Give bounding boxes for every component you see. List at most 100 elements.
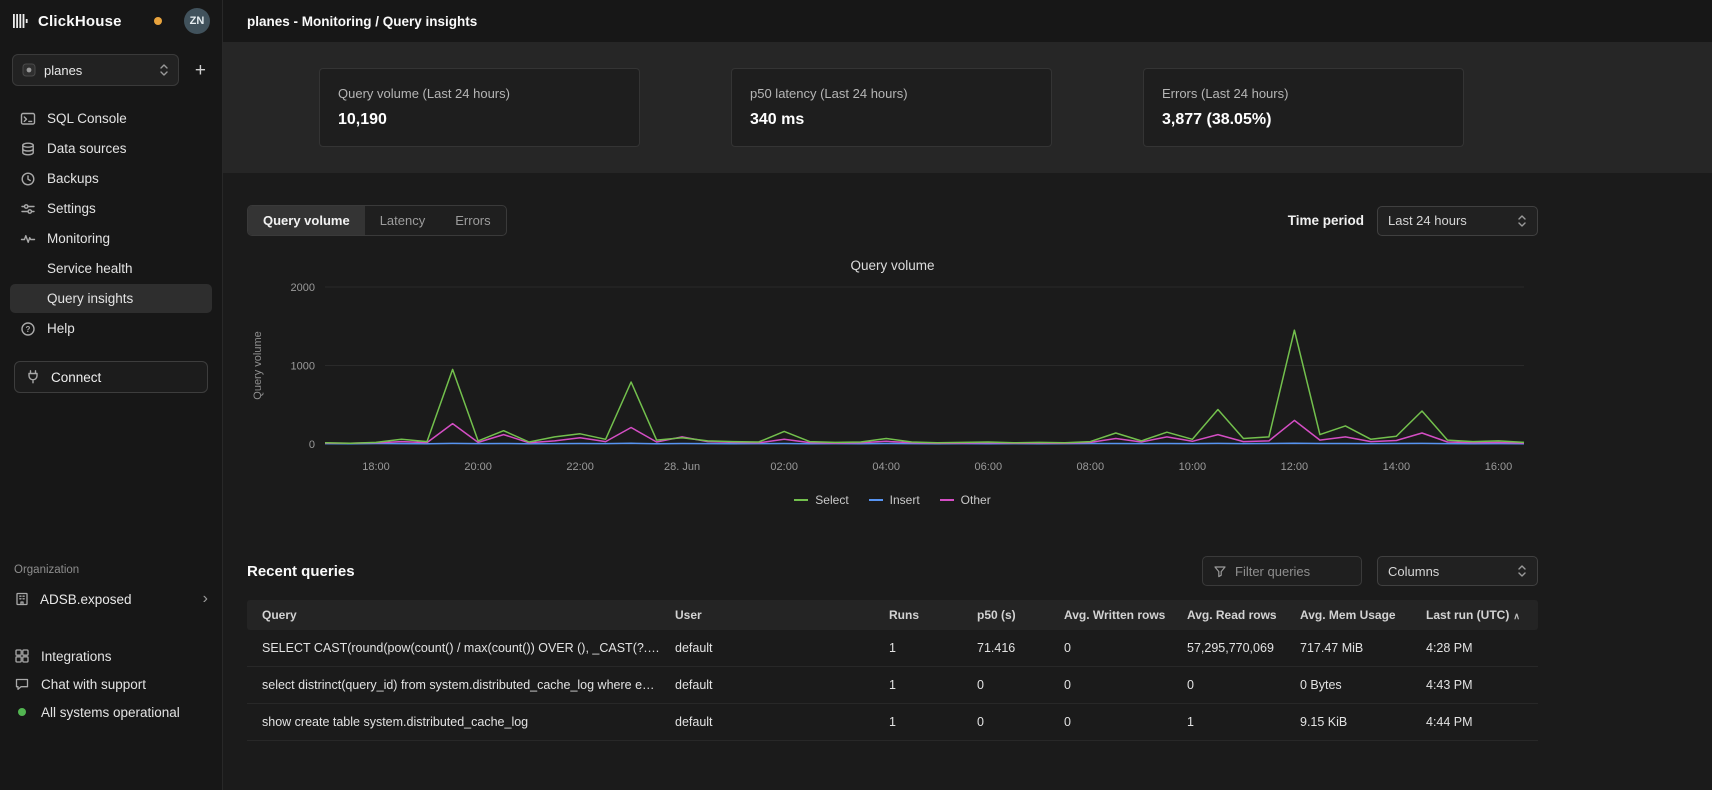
chart-title: Query volume [247, 258, 1538, 273]
sidebar-item-label: Backups [47, 171, 99, 186]
table-cell: default [660, 715, 874, 729]
tab-query-volume[interactable]: Query volume [248, 206, 365, 235]
sidebar-item-integrations[interactable]: Integrations [14, 648, 208, 664]
operational-status-icon [14, 704, 30, 720]
svg-text:08:00: 08:00 [1077, 461, 1105, 473]
table-cell: SELECT CAST(round(pow(count() / max(coun… [247, 641, 660, 655]
svg-text:22:00: 22:00 [566, 461, 594, 473]
svg-text:18:00: 18:00 [362, 461, 390, 473]
column-header[interactable]: Avg. Mem Usage [1285, 608, 1411, 622]
sidebar-item-sql-console[interactable]: SQL Console [10, 104, 212, 133]
chart-svg: 01000200018:0020:0022:0028. Jun02:0004:0… [247, 279, 1538, 484]
service-select-value: planes [44, 63, 82, 78]
table-cell: 4:44 PM [1411, 715, 1538, 729]
stat-label: Query volume (Last 24 hours) [338, 86, 621, 101]
service-select[interactable]: planes [12, 54, 179, 86]
sidebar-item-help[interactable]: ? Help [10, 314, 212, 343]
clickhouse-logo-icon [12, 12, 30, 30]
table-cell: 1 [874, 678, 962, 692]
table-cell: 0 Bytes [1285, 678, 1411, 692]
footer-item-label: Chat with support [41, 677, 146, 692]
tab-latency[interactable]: Latency [365, 206, 441, 235]
building-icon [14, 591, 30, 607]
svg-text:12:00: 12:00 [1281, 461, 1309, 473]
tab-errors[interactable]: Errors [440, 206, 505, 235]
legend-item-insert[interactable]: Insert [869, 492, 920, 508]
stat-card-p50-latency: p50 latency (Last 24 hours) 340 ms [731, 68, 1052, 147]
system-status-row[interactable]: All systems operational [14, 704, 208, 720]
logo-row: ClickHouse ZN [0, 0, 222, 42]
sidebar: ClickHouse ZN planes + [0, 0, 223, 790]
sidebar-item-monitoring[interactable]: Monitoring [10, 224, 212, 253]
table-row[interactable]: select distrinct(query_id) from system.d… [247, 667, 1538, 704]
sidebar-item-settings[interactable]: Settings [10, 194, 212, 223]
table-cell: 0 [1172, 678, 1285, 692]
sidebar-item-backups[interactable]: Backups [10, 164, 212, 193]
table-cell: default [660, 641, 874, 655]
sliders-icon [20, 201, 36, 217]
sidebar-item-service-health[interactable]: Service health [10, 254, 212, 283]
svg-text:1000: 1000 [291, 361, 315, 373]
clock-icon [20, 171, 36, 187]
sidebar-item-label: Service health [47, 261, 133, 276]
stat-label: p50 latency (Last 24 hours) [750, 86, 1033, 101]
chart-tabs: Query volume Latency Errors [247, 205, 507, 236]
status-dot-icon [154, 17, 162, 25]
column-header[interactable]: Runs [874, 608, 962, 622]
footer-item-label: All systems operational [41, 705, 180, 720]
legend-item-select[interactable]: Select [794, 492, 848, 508]
legend-swatch-icon [940, 499, 954, 501]
filter-queries-input[interactable] [1235, 564, 1345, 579]
service-row: planes + [0, 42, 222, 94]
database-icon [20, 141, 36, 157]
stats-band: Query volume (Last 24 hours) 10,190 p50 … [223, 42, 1712, 173]
chevron-updown-icon [159, 63, 169, 77]
chart-legend: Select Insert Other [247, 492, 1538, 508]
svg-text:14:00: 14:00 [1383, 461, 1411, 473]
columns-select[interactable]: Columns [1377, 556, 1538, 586]
svg-text:0: 0 [309, 439, 315, 451]
sidebar-item-query-insights[interactable]: Query insights [10, 284, 212, 313]
table-row[interactable]: show create table system.distributed_cac… [247, 704, 1538, 741]
column-header[interactable]: Last run (UTC)∧ [1411, 608, 1538, 622]
svg-text:10:00: 10:00 [1179, 461, 1207, 473]
time-period-value: Last 24 hours [1388, 213, 1467, 228]
table-cell: 71.416 [962, 641, 1049, 655]
sidebar-item-label: Settings [47, 201, 96, 216]
chat-bubble-icon [14, 676, 30, 692]
sort-ascending-icon: ∧ [1513, 611, 1520, 621]
funnel-icon [1213, 564, 1227, 578]
add-service-button[interactable]: + [191, 59, 210, 82]
pulse-icon [20, 231, 36, 247]
table-cell: 4:28 PM [1411, 641, 1538, 655]
column-header[interactable]: Query [247, 608, 660, 622]
organization-row[interactable]: ADSB.exposed › [14, 590, 208, 608]
svg-text:16:00: 16:00 [1485, 461, 1513, 473]
chevron-updown-icon [1517, 214, 1527, 228]
integrations-icon [14, 648, 30, 664]
filter-queries-box[interactable] [1202, 556, 1362, 586]
column-header[interactable]: Avg. Read rows [1172, 608, 1285, 622]
stat-value: 340 ms [750, 111, 1033, 129]
stat-value: 3,877 (38.05%) [1162, 111, 1445, 129]
table-cell: show create table system.distributed_cac… [247, 715, 660, 729]
time-period-label: Time period [1288, 213, 1364, 228]
time-period-select[interactable]: Last 24 hours [1377, 206, 1538, 236]
connect-button[interactable]: Connect [14, 361, 208, 393]
recent-queries-header: Recent queries Columns [247, 556, 1538, 586]
svg-text:?: ? [26, 325, 31, 334]
svg-text:Query volume: Query volume [252, 331, 264, 399]
table-cell: 1 [874, 641, 962, 655]
column-header[interactable]: User [660, 608, 874, 622]
table-cell: 717.47 MiB [1285, 641, 1411, 655]
column-header[interactable]: Avg. Written rows [1049, 608, 1172, 622]
legend-item-other[interactable]: Other [940, 492, 991, 508]
column-header[interactable]: p50 (s) [962, 608, 1049, 622]
main: planes - Monitoring / Query insights Que… [223, 0, 1712, 790]
avatar[interactable]: ZN [184, 8, 210, 34]
sidebar-item-data-sources[interactable]: Data sources [10, 134, 212, 163]
sidebar-item-chat-support[interactable]: Chat with support [14, 676, 208, 692]
table-cell: 57,295,770,069 [1172, 641, 1285, 655]
plug-icon [25, 369, 41, 385]
table-row[interactable]: SELECT CAST(round(pow(count() / max(coun… [247, 630, 1538, 667]
